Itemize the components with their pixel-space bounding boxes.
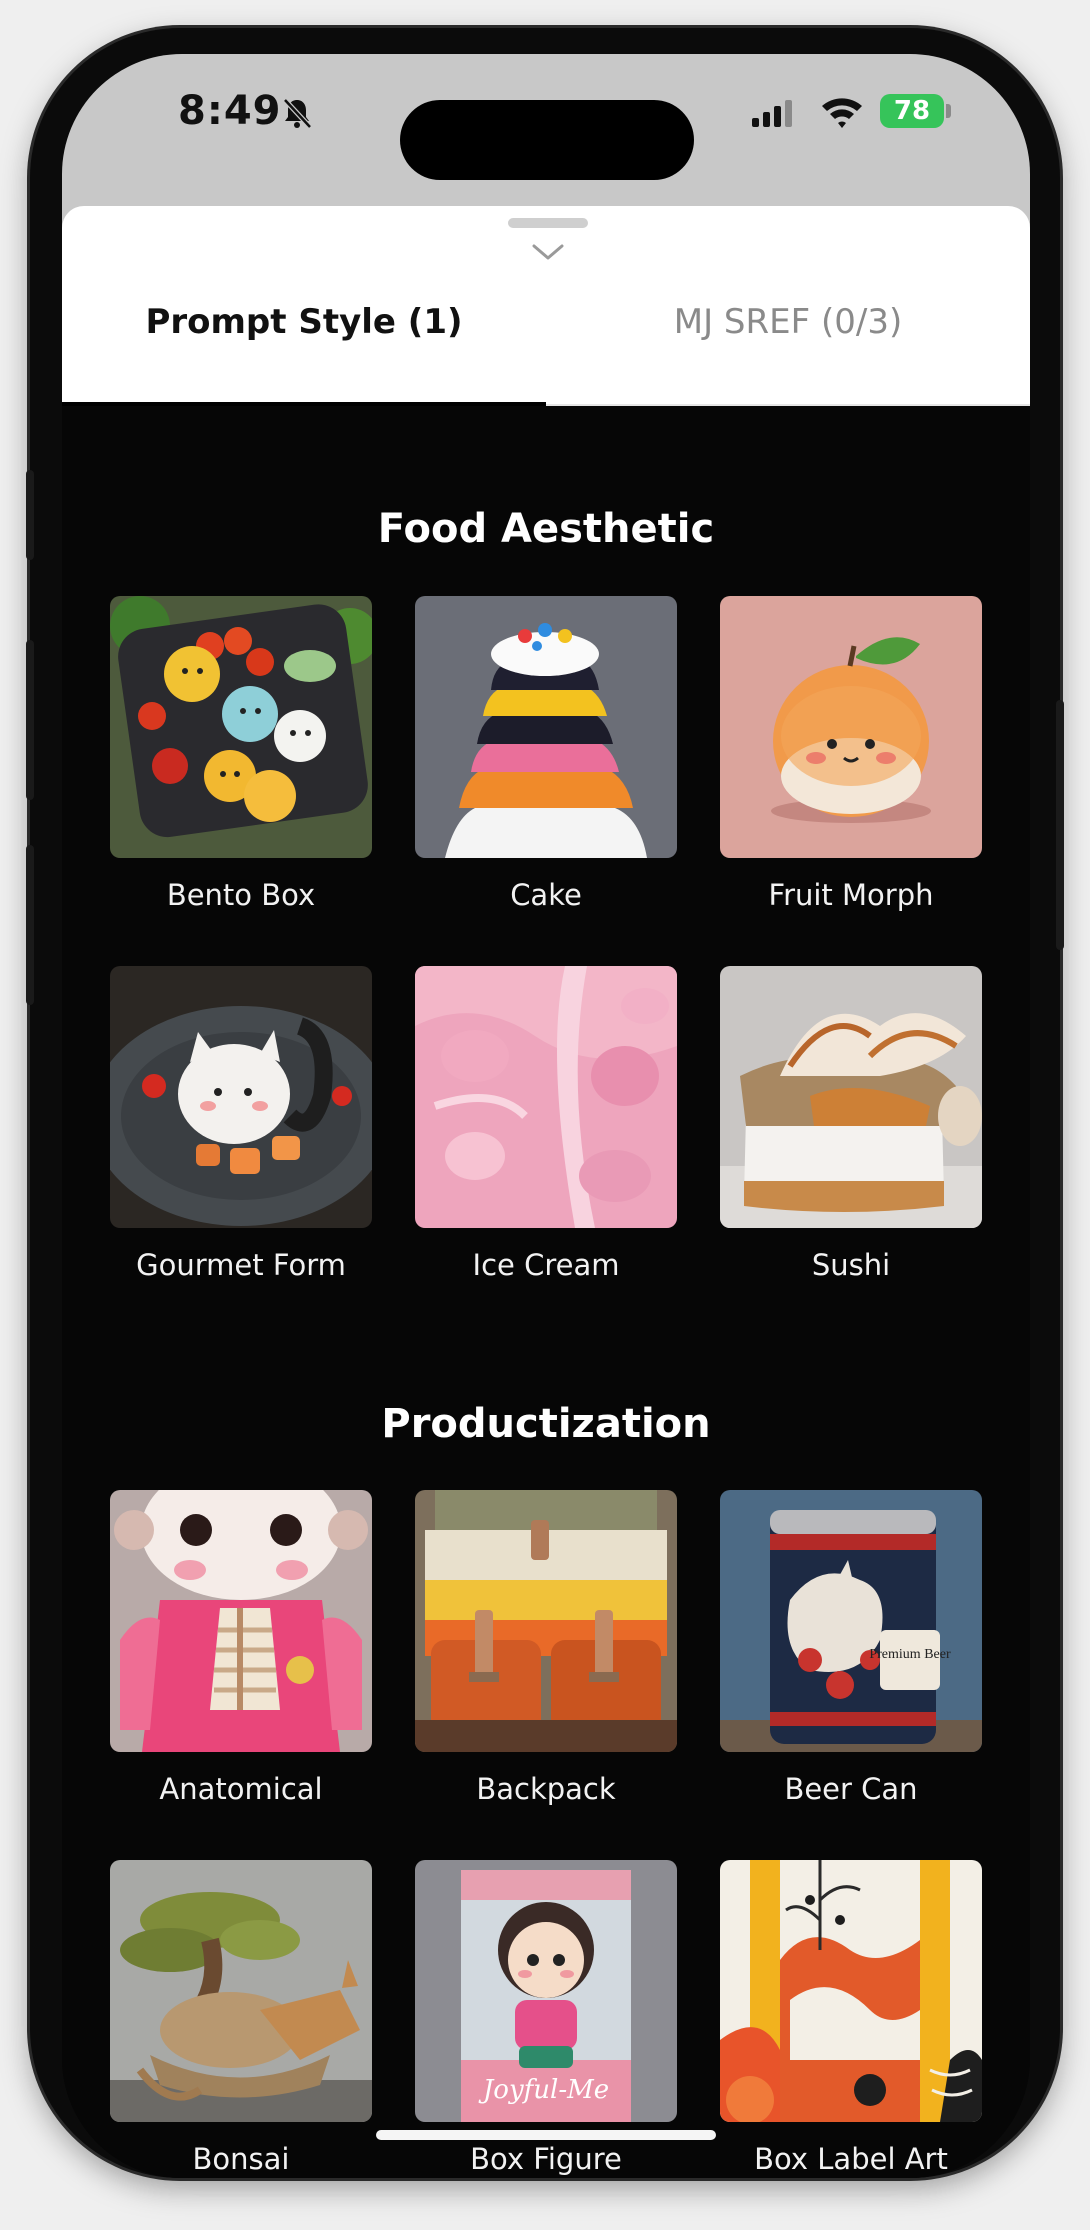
style-tile-fruit-morph[interactable]: Fruit Morph — [720, 596, 982, 912]
bento-box-thumbnail — [110, 596, 372, 858]
style-tile-cake[interactable]: Cake — [415, 596, 677, 912]
style-tile-sushi[interactable]: Sushi — [720, 966, 982, 1282]
silent-switch — [26, 470, 34, 560]
section-title-food-aesthetic: Food Aesthetic — [377, 506, 715, 552]
chevron-down-icon[interactable] — [530, 240, 566, 264]
tab-prompt-style[interactable]: Prompt Style (1) — [62, 282, 546, 362]
volume-up-button — [26, 640, 34, 800]
style-tile-box-figure[interactable]: Joyful-Me Box Figure — [415, 1860, 677, 2176]
style-tile-label: Gourmet Form — [136, 1248, 346, 1282]
style-tile-label: Ice Cream — [472, 1248, 620, 1282]
sheet-grabber[interactable] — [508, 218, 588, 228]
style-tile-beer-can[interactable]: Premium Beer Beer Can — [720, 1490, 982, 1806]
bell-slash-icon — [283, 98, 312, 129]
style-tile-label: Box Label Art — [754, 2142, 948, 2176]
battery-level: 78 — [880, 94, 944, 128]
fruit-morph-thumbnail — [720, 596, 982, 858]
style-tile-label: Cake — [510, 878, 582, 912]
style-tile-bento-box[interactable]: Bento Box — [110, 596, 372, 912]
status-time: 8:49 — [178, 88, 282, 134]
style-tile-backpack[interactable]: Backpack — [415, 1490, 677, 1806]
cake-thumbnail — [415, 596, 677, 858]
section-title-productization: Productization — [381, 1401, 711, 1447]
style-gallery: Food Aesthetic Bento Box Cake Fruit Morp… — [62, 406, 1030, 2178]
style-tile-label: Anatomical — [159, 1772, 323, 1806]
home-indicator[interactable] — [376, 2130, 716, 2140]
beer-can-label-text: Premium Beer — [869, 1647, 951, 1662]
volume-down-button — [26, 845, 34, 1005]
sushi-thumbnail — [720, 966, 982, 1228]
phone-screen: 8:49 78 Prompt Style (1) MJ SREF (0/3) F… — [62, 54, 1030, 2178]
ice-cream-thumbnail — [415, 966, 677, 1228]
style-tile-label: Beer Can — [784, 1772, 918, 1806]
wifi-icon — [822, 98, 862, 128]
tab-mj-sref[interactable]: MJ SREF (0/3) — [546, 282, 1030, 362]
box-label-art-thumbnail — [720, 1860, 982, 2122]
style-tile-label: Bonsai — [192, 2142, 290, 2176]
style-tile-ice-cream[interactable]: Ice Cream — [415, 966, 677, 1282]
cellular-signal-icon — [752, 100, 792, 127]
anatomical-thumbnail — [110, 1490, 372, 1752]
style-tile-bonsai[interactable]: Bonsai — [110, 1860, 372, 2176]
sheet-header: Prompt Style (1) MJ SREF (0/3) — [62, 206, 1030, 408]
style-tile-label: Box Figure — [470, 2142, 622, 2176]
gourmet-form-thumbnail — [110, 966, 372, 1228]
box-figure-thumbnail: Joyful-Me — [415, 1860, 677, 2122]
backpack-thumbnail — [415, 1490, 677, 1752]
style-tile-label: Fruit Morph — [768, 878, 934, 912]
style-tile-box-label-art[interactable]: Box Label Art — [720, 1860, 982, 2176]
battery-cap — [946, 104, 951, 118]
bonsai-thumbnail — [110, 1860, 372, 2122]
power-button — [1056, 700, 1064, 950]
beer-can-thumbnail: Premium Beer — [720, 1490, 982, 1752]
style-tile-label: Bento Box — [166, 878, 316, 912]
style-tile-gourmet-form[interactable]: Gourmet Form — [110, 966, 372, 1282]
style-tile-anatomical[interactable]: Anatomical — [110, 1490, 372, 1806]
style-tile-label: Sushi — [811, 1248, 891, 1282]
box-figure-label-text: Joyful-Me — [478, 2075, 609, 2105]
dynamic-island — [400, 100, 694, 180]
style-tile-label: Backpack — [476, 1772, 616, 1806]
